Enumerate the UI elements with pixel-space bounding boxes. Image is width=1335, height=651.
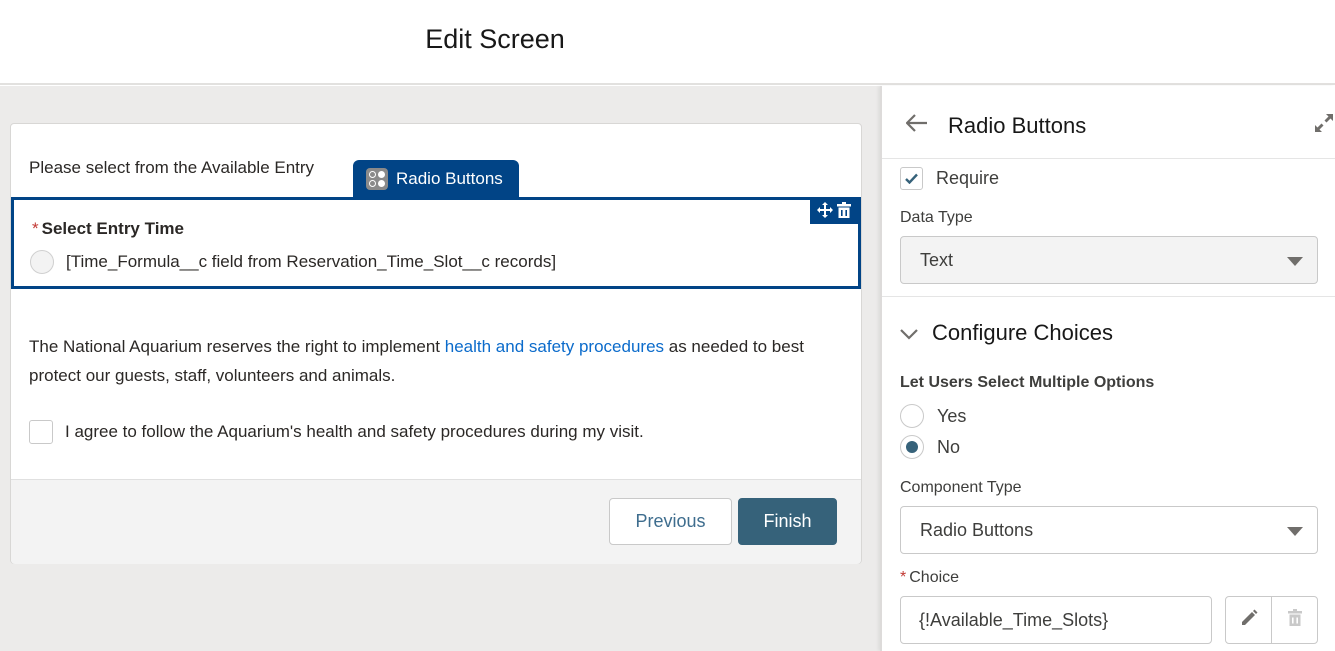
screen-preview-card: Please select from the Available Entryte… (10, 123, 862, 564)
agree-checkbox[interactable] (29, 420, 53, 444)
back-arrow-icon[interactable] (905, 112, 928, 138)
edit-choice-button[interactable] (1225, 596, 1272, 644)
option-label: Yes (937, 405, 967, 426)
disclaimer-text: The National Aquarium reserves the right… (29, 332, 829, 390)
choice-label: * Choice (900, 569, 959, 587)
page-title: Edit Screen (425, 24, 565, 54)
properties-panel: Radio Buttons Require Data Type Text Con… (880, 86, 1335, 651)
field-label: * Select Entry Time (32, 219, 184, 239)
component-type-tab[interactable]: Radio Buttons (353, 160, 519, 197)
radio-button[interactable] (30, 250, 54, 274)
delete-icon[interactable] (837, 201, 851, 223)
component-type-value: Radio Buttons (920, 519, 1034, 540)
caret-down-icon (1287, 527, 1303, 536)
multi-select-option-no[interactable]: No (900, 435, 960, 459)
section-title: Configure Choices (932, 320, 1113, 345)
data-type-value: Text (920, 249, 954, 270)
previous-button[interactable]: Previous (609, 498, 732, 545)
move-icon[interactable] (817, 201, 833, 223)
chevron-down-icon (900, 320, 918, 346)
option-label: No (937, 436, 961, 457)
expand-icon[interactable] (1314, 113, 1334, 138)
radio-option-label: [Time_Formula__c field from Reservation_… (66, 252, 557, 271)
screen-footer: Previous Finish (11, 479, 861, 564)
component-type-label: Component Type (900, 479, 1022, 496)
screen-canvas: Please select from the Available Entryte… (0, 86, 880, 651)
multi-select-label: Let Users Select Multiple Options (900, 374, 1155, 391)
choice-label-text: Choice (909, 569, 960, 586)
required-marker: * (32, 219, 39, 238)
choice-input[interactable]: {!Available_Time_Slots} (900, 596, 1212, 644)
selected-radio-field[interactable]: * Select Entry Time [Time_Formula__c fiel… (11, 197, 861, 289)
agree-checkbox-label: I agree to follow the Aquarium's health … (65, 422, 644, 441)
multi-select-option-yes[interactable]: Yes (900, 404, 966, 428)
radio-button[interactable] (900, 404, 924, 428)
agree-checkbox-row[interactable]: I agree to follow the Aquarium's health … (29, 420, 644, 444)
pencil-icon (1240, 609, 1258, 632)
finish-button[interactable]: Finish (738, 498, 837, 545)
choice-value: {!Available_Time_Slots} (919, 609, 1109, 630)
radio-group-icon (366, 167, 388, 190)
field-label-text: Select Entry Time (41, 219, 184, 238)
require-checkbox-row[interactable]: Require (900, 167, 999, 190)
data-type-select[interactable]: Text (900, 236, 1318, 284)
field-actions (810, 200, 858, 224)
panel-title: Radio Buttons (948, 113, 1087, 138)
data-type-label: Data Type (900, 209, 973, 226)
require-checkbox[interactable] (900, 167, 923, 190)
radio-option[interactable]: [Time_Formula__c field from Reservation_… (30, 250, 556, 274)
required-marker: * (900, 569, 907, 586)
radio-selected-dot (906, 441, 918, 453)
panel-header: Radio Buttons (882, 86, 1335, 159)
caret-down-icon (1287, 257, 1303, 266)
configure-choices-section[interactable]: Configure Choices (900, 320, 1113, 346)
divider (882, 296, 1335, 297)
delete-choice-button[interactable] (1271, 596, 1318, 644)
disclaimer-text-start: The National Aquarium reserves the right… (29, 337, 445, 356)
health-safety-link[interactable]: health and safety procedures (445, 337, 664, 356)
radio-button[interactable] (900, 435, 924, 459)
component-type-select[interactable]: Radio Buttons (900, 506, 1318, 554)
trash-icon (1287, 609, 1302, 631)
component-type-label: Radio Buttons (396, 168, 503, 188)
app-header: Edit Screen (0, 0, 1335, 85)
require-label: Require (936, 168, 1000, 188)
intro-text-start: Please select from the Available Entry (29, 158, 315, 177)
